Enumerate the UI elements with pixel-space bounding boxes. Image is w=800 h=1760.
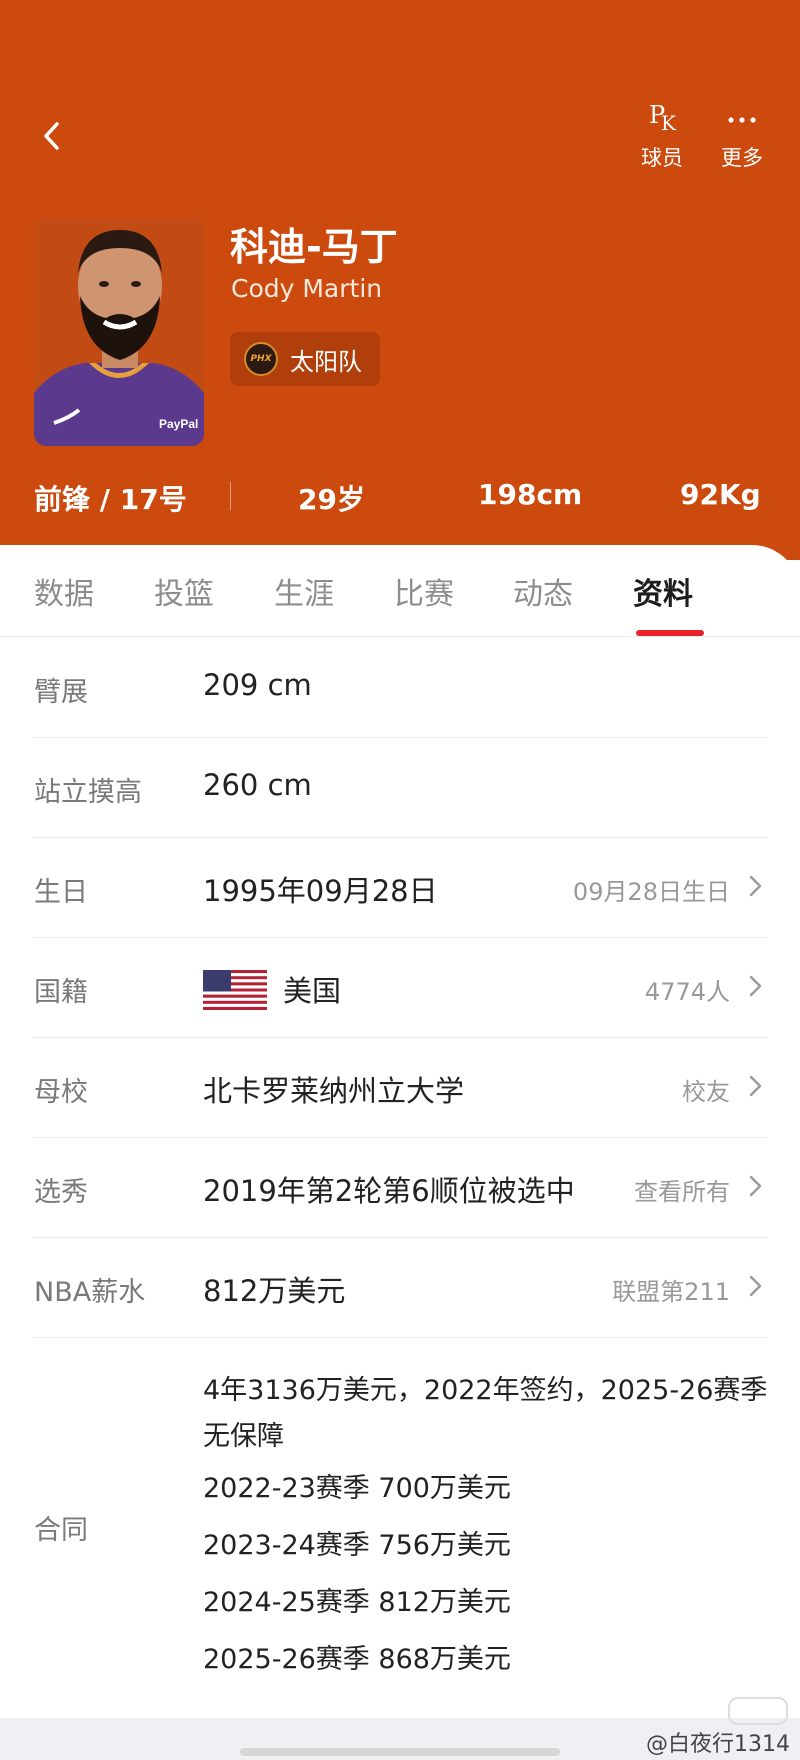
- college-label: 母校: [34, 1077, 88, 1108]
- view-all-link[interactable]: 查看所有: [634, 1172, 730, 1207]
- pk-player-button[interactable]: PK 球员: [622, 100, 702, 172]
- pk-label: 球员: [641, 146, 683, 170]
- chevron-left-icon: [44, 122, 59, 150]
- tab-games[interactable]: 比赛: [394, 569, 454, 613]
- watermark-text: @白夜行1314: [646, 1732, 790, 1757]
- tab-bar: 数据 投篮 生涯 比赛 动态 资料: [0, 545, 800, 637]
- tab-news[interactable]: 动态: [513, 569, 573, 613]
- player-basic-stats: 前锋 / 17号 29岁 198cm 92Kg: [0, 470, 800, 520]
- nationality-value: 美国: [283, 974, 342, 1008]
- birthday-link[interactable]: 09月28日生日: [573, 872, 730, 907]
- us-flag-icon: [203, 970, 267, 1010]
- more-button[interactable]: 更多: [702, 100, 782, 172]
- draft-value: 2019年第2轮第6顺位被选中: [203, 1174, 575, 1208]
- watermark-logo-icon: [728, 1697, 788, 1725]
- chevron-right-icon: [749, 1075, 762, 1097]
- suns-logo-icon: PHX: [244, 342, 278, 376]
- contract-label: 合同: [34, 1515, 88, 1546]
- contract-season: 2023-24赛季 756万美元: [203, 1530, 511, 1561]
- active-tab-indicator: [636, 630, 704, 636]
- back-button[interactable]: [34, 118, 70, 154]
- college-value: 北卡罗莱纳州立大学: [203, 1074, 465, 1108]
- salary-value: 812万美元: [203, 1274, 346, 1308]
- row-salary[interactable]: NBA薪水 812万美元 联盟第211: [32, 1238, 768, 1338]
- row-nationality[interactable]: 国籍 美国 4774人: [32, 938, 768, 1038]
- team-logo-text: PHX: [250, 354, 272, 364]
- reach-label: 站立摸高: [34, 777, 142, 808]
- salary-label: NBA薪水: [34, 1277, 146, 1308]
- more-label: 更多: [721, 146, 763, 170]
- row-contract: 合同 4年3136万美元，2022年签约，2025-26赛季无保障 2022-2…: [32, 1338, 768, 1708]
- tab-stats[interactable]: 数据: [34, 569, 94, 613]
- tab-career[interactable]: 生涯: [274, 569, 334, 613]
- pk-icon: PK: [649, 101, 676, 135]
- nationality-value-wrap: 美国: [203, 968, 341, 1013]
- compatriots-link[interactable]: 4774人: [645, 972, 730, 1007]
- position-number: 前锋 / 17号: [34, 483, 187, 516]
- row-draft[interactable]: 选秀 2019年第2轮第6顺位被选中 查看所有: [32, 1138, 768, 1238]
- row-reach: 站立摸高 260 cm: [32, 738, 768, 838]
- wingspan-label: 臂展: [34, 677, 88, 708]
- home-indicator[interactable]: [240, 1748, 560, 1756]
- row-college[interactable]: 母校 北卡罗莱纳州立大学 校友: [32, 1038, 768, 1138]
- chevron-right-icon: [749, 875, 762, 897]
- more-icon: [728, 117, 756, 123]
- contract-summary: 4年3136万美元，2022年签约，2025-26赛季无保障: [203, 1375, 768, 1452]
- row-birthday[interactable]: 生日 1995年09月28日 09月28日生日: [32, 838, 768, 938]
- tab-shooting[interactable]: 投篮: [154, 569, 214, 613]
- tab-profile[interactable]: 资料: [633, 569, 693, 613]
- chevron-right-icon: [749, 975, 762, 997]
- birthday-label: 生日: [34, 877, 88, 908]
- team-chip[interactable]: PHX 太阳队: [230, 332, 380, 386]
- chevron-right-icon: [749, 1175, 762, 1197]
- contract-season: 2022-23赛季 700万美元: [203, 1473, 511, 1504]
- profile-list: 臂展 209 cm 站立摸高 260 cm 生日 1995年09月28日 09月…: [0, 638, 800, 1708]
- draft-label: 选秀: [34, 1177, 88, 1208]
- svg-text:PayPal: PayPal: [159, 417, 198, 431]
- weight: 92Kg: [680, 478, 761, 511]
- player-header: PK 球员 更多 PayPal 科迪-马丁 Cody Martin PHX 太阳…: [0, 0, 800, 560]
- player-avatar: PayPal: [34, 218, 204, 446]
- wingspan-value: 209 cm: [203, 668, 312, 702]
- nationality-label: 国籍: [34, 977, 88, 1008]
- alumni-link[interactable]: 校友: [682, 1072, 730, 1107]
- height: 198cm: [478, 478, 583, 511]
- row-wingspan: 臂展 209 cm: [32, 638, 768, 738]
- age: 29岁: [298, 483, 365, 516]
- chevron-right-icon: [749, 1275, 762, 1297]
- contract-season: 2025-26赛季 868万美元: [203, 1644, 511, 1675]
- birthday-value: 1995年09月28日: [203, 874, 438, 908]
- contract-details: 4年3136万美元，2022年签约，2025-26赛季无保障 2022-23赛季…: [203, 1368, 783, 1688]
- content-panel: 数据 投篮 生涯 比赛 动态 资料 臂展 209 cm 站立摸高 260 cm …: [0, 545, 800, 1760]
- salary-rank-link[interactable]: 联盟第211: [612, 1272, 730, 1307]
- team-name: 太阳队: [290, 347, 362, 376]
- player-name-en: Cody Martin: [231, 274, 383, 303]
- player-name-cn: 科迪-马丁: [230, 225, 398, 269]
- contract-season: 2024-25赛季 812万美元: [203, 1587, 511, 1618]
- stats-divider: [230, 482, 231, 510]
- reach-value: 260 cm: [203, 768, 312, 802]
